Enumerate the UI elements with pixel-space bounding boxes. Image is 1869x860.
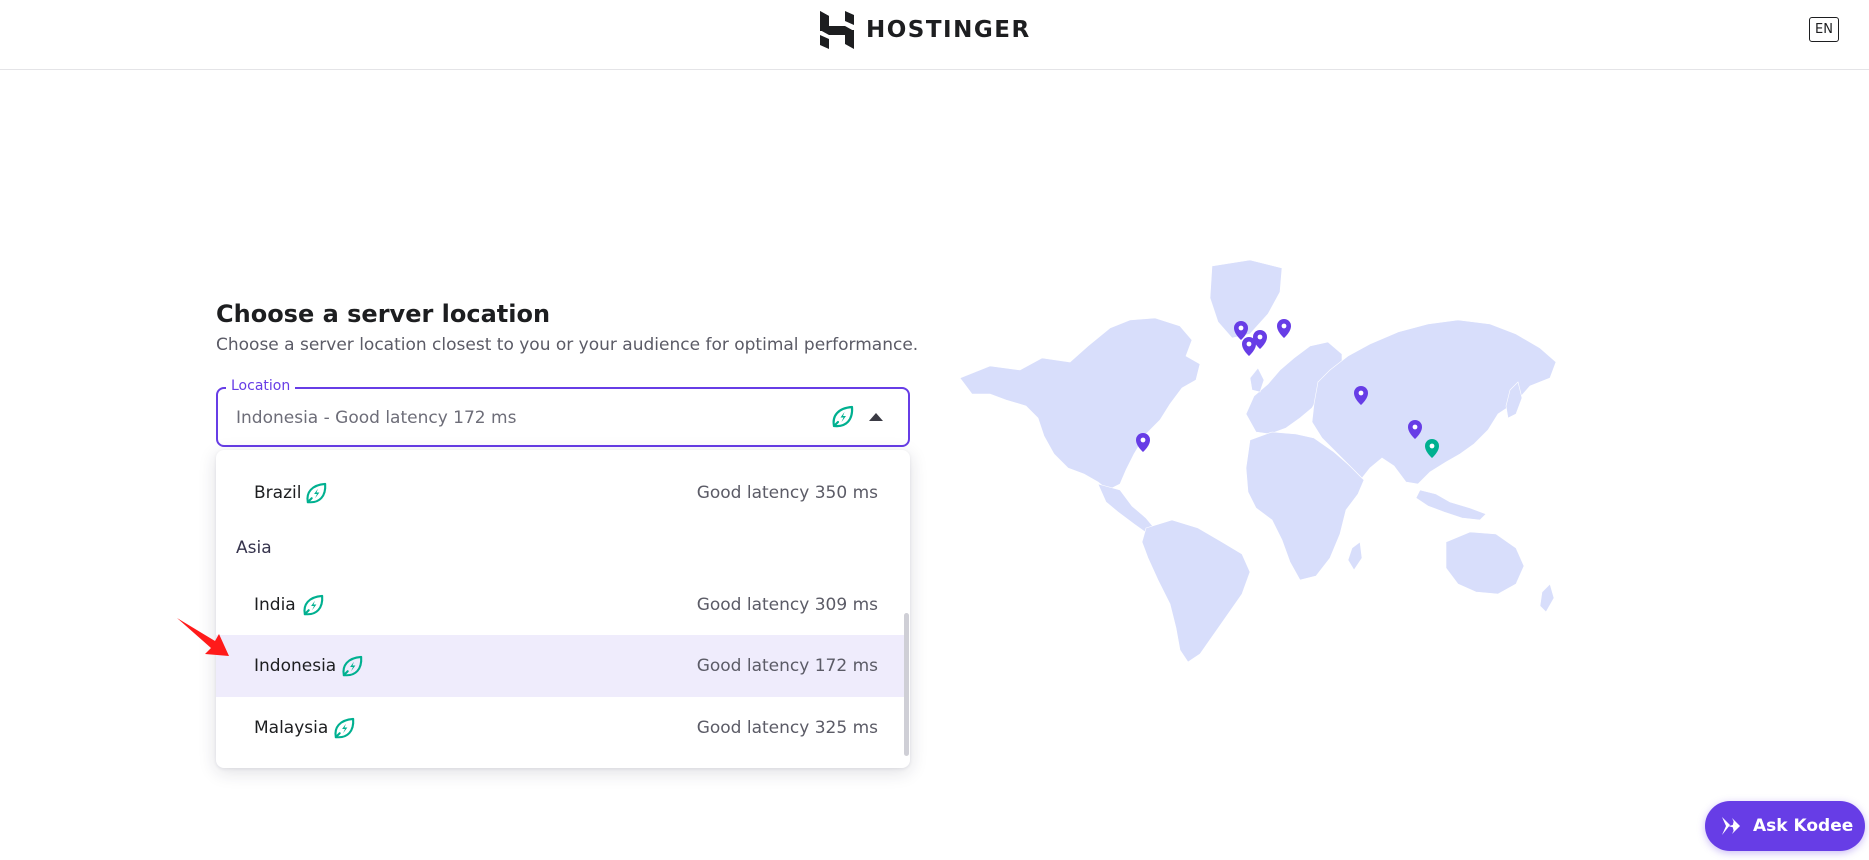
- option-latency: Good latency 350 ms: [696, 483, 878, 503]
- location-select[interactable]: Location Indonesia - Good latency 172 ms: [216, 378, 910, 447]
- option-india[interactable]: India Good latency 309 ms: [216, 574, 904, 636]
- caret-up-icon[interactable]: [869, 413, 883, 421]
- south-america: [1141, 519, 1251, 663]
- language-selector[interactable]: EN: [1809, 17, 1839, 42]
- uk: [1249, 367, 1265, 393]
- annotation-arrow-icon: [177, 618, 229, 656]
- option-brazil[interactable]: Brazil Good latency 350 ms: [216, 462, 904, 524]
- ask-kodee-button[interactable]: Ask Kodee: [1705, 801, 1865, 851]
- map-pin-icon: [1277, 319, 1291, 338]
- dropdown-scrollbar[interactable]: [904, 613, 909, 756]
- new-zealand: [1539, 583, 1555, 613]
- group-label-asia: Asia: [236, 538, 272, 558]
- page-subtitle: Choose a server location closest to you …: [216, 335, 919, 355]
- option-name: Malaysia: [254, 718, 329, 738]
- option-indonesia[interactable]: Indonesia Good latency 172 ms: [216, 635, 904, 697]
- option-malaysia[interactable]: Malaysia Good latency 325 ms: [216, 697, 904, 759]
- central-america: [1097, 483, 1157, 535]
- location-value: Indonesia - Good latency 172 ms: [236, 408, 517, 428]
- hostinger-logo-icon: [820, 11, 854, 49]
- australia: [1445, 531, 1525, 595]
- location-label: Location: [226, 378, 296, 394]
- option-latency: Good latency 172 ms: [696, 656, 878, 676]
- leaf-bolt-icon: [306, 482, 327, 503]
- option-latency: Good latency 325 ms: [696, 718, 878, 738]
- ask-kodee-label: Ask Kodee: [1753, 816, 1854, 836]
- north-america: [959, 317, 1201, 491]
- leaf-bolt-icon: [832, 405, 854, 428]
- indonesia: [1415, 489, 1487, 521]
- top-header: HOSTINGER EN: [0, 0, 1869, 70]
- leaf-bolt-icon: [303, 594, 324, 615]
- hostinger-logo[interactable]: HOSTINGER: [820, 10, 1031, 50]
- page-title: Choose a server location: [216, 300, 551, 328]
- world-map: [950, 258, 1557, 663]
- kodee-sparkle-icon: [1722, 817, 1740, 835]
- brand-name: HOSTINGER: [866, 17, 1031, 43]
- location-dropdown: Brazil Good latency 350 ms Asia India Go…: [216, 450, 910, 768]
- map-pin-icon: [1136, 433, 1150, 452]
- option-name: Indonesia: [254, 656, 337, 676]
- option-name: India: [254, 595, 296, 615]
- madagascar: [1347, 541, 1363, 571]
- option-name: Brazil: [254, 483, 302, 503]
- leaf-bolt-icon: [334, 717, 355, 738]
- option-latency: Good latency 309 ms: [696, 595, 878, 615]
- leaf-bolt-icon: [342, 655, 363, 676]
